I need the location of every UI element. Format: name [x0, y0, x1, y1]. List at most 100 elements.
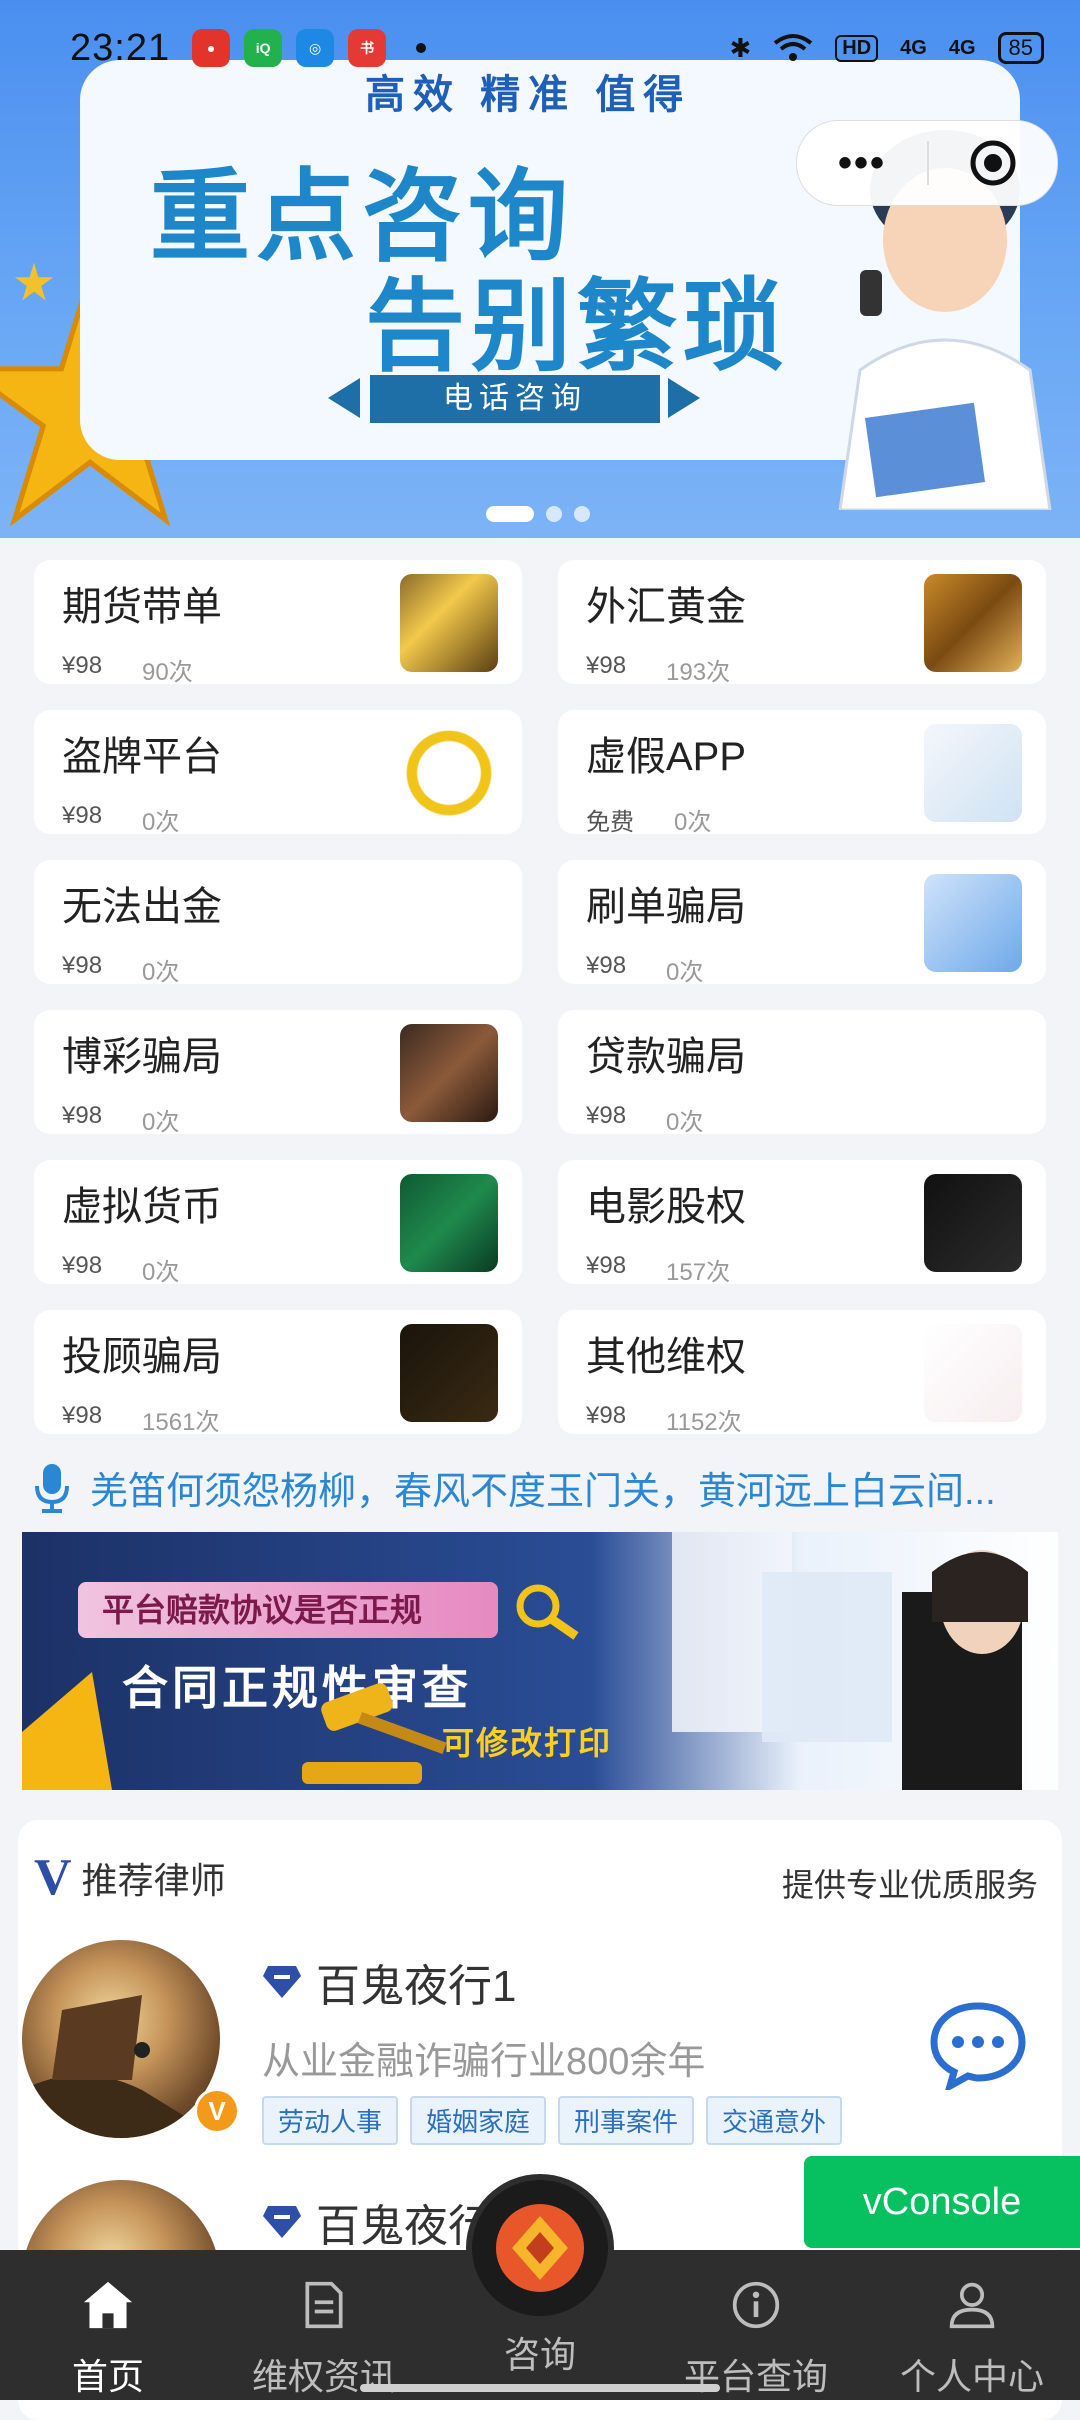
- battery-icon: 85: [997, 32, 1044, 64]
- service-count: 0次: [142, 959, 180, 986]
- home-icon: [83, 2281, 133, 2329]
- service-price: ¥98: [586, 1402, 627, 1429]
- tab-profile[interactable]: 个人中心: [864, 2250, 1080, 2400]
- service-card[interactable]: 贷款骗局 ¥98 0次: [558, 1010, 1046, 1136]
- service-count: 0次: [674, 809, 712, 836]
- service-count: 0次: [666, 1109, 704, 1136]
- tab-home[interactable]: 首页: [0, 2250, 216, 2400]
- tag-traffic[interactable]: 交通意外: [706, 2096, 843, 2145]
- browser-icon: ◎: [296, 29, 335, 67]
- phone-consult-button[interactable]: 电话咨询: [370, 375, 660, 423]
- tab-label: 平台查询: [683, 2356, 828, 2397]
- tab-news[interactable]: 维权资讯: [216, 2250, 432, 2400]
- tag-marriage[interactable]: 婚姻家庭: [410, 2096, 547, 2145]
- app-thumbnail-icon: [924, 724, 1022, 822]
- pagination-dot[interactable]: [546, 506, 562, 522]
- tag-labor[interactable]: 劳动人事: [262, 2096, 399, 2145]
- hd-icon: HD: [835, 34, 879, 62]
- lawyer-card[interactable]: V 百鬼夜行1 从业金融诈骗行业800余年 劳动人事 婚姻家庭 刑事案件 交通意…: [22, 1940, 1052, 2160]
- service-card[interactable]: 其他维权 ¥98 1152次: [558, 1310, 1046, 1436]
- service-card[interactable]: 盗牌平台 ¥98 0次: [34, 710, 522, 836]
- service-card[interactable]: 虚假APP 免费 0次: [558, 710, 1046, 836]
- service-price: ¥98: [586, 1102, 627, 1129]
- iqiyi-icon: iQ: [244, 29, 283, 67]
- magnifier-icon: [516, 1584, 579, 1640]
- banner-arrow-right-icon: [668, 378, 700, 418]
- diamond-icon: [263, 2206, 301, 2238]
- section-title: 推荐律师: [81, 1859, 226, 1901]
- home-indicator: [360, 2384, 720, 2392]
- service-card[interactable]: 刷单骗局 ¥98 0次: [558, 860, 1046, 986]
- xiaohongshu-icon: 书: [348, 29, 387, 67]
- wifi-icon: [774, 34, 813, 61]
- tab-label: 首页: [71, 2356, 144, 2397]
- service-count: 90次: [142, 659, 193, 686]
- banner-headline-2: 告别繁琐: [365, 271, 789, 383]
- contract-review-banner[interactable]: 平台赔款协议是否正规 合同正规性审查 可修改打印: [22, 1532, 1058, 1790]
- futures-thumbnail-icon: [400, 574, 498, 672]
- service-grid: 期货带单 ¥98 90次 外汇黄金 ¥98 193次 盗牌平台 ¥98 0次 虚假APP 免费 0次无…: [34, 560, 1046, 1436]
- service-price: ¥98: [586, 1252, 627, 1279]
- pagination-dot[interactable]: [574, 506, 590, 522]
- diamond-icon: [263, 1966, 301, 1998]
- consult-center-button[interactable]: [472, 2180, 608, 2316]
- service-price: ¥98: [586, 652, 627, 679]
- service-price: ¥98: [62, 1252, 103, 1279]
- user-icon: [949, 2282, 995, 2329]
- service-count: 0次: [142, 809, 180, 836]
- document-icon: [305, 2281, 343, 2329]
- small-star-icon: [14, 262, 54, 301]
- tag-criminal[interactable]: 刑事案件: [558, 2096, 695, 2145]
- trap-thumbnail-icon: [924, 874, 1022, 972]
- service-count: 0次: [666, 959, 704, 986]
- ad-pill-label: 平台赔款协议是否正规: [78, 1582, 498, 1638]
- ad-subtitle: 可修改打印: [442, 1725, 613, 1761]
- banner-pagination: [486, 506, 590, 522]
- verified-badge: V: [194, 2088, 240, 2134]
- lawyer-name-2: 百鬼夜行: [316, 2202, 492, 2251]
- pagination-dot-active[interactable]: [486, 506, 534, 522]
- service-count: 157次: [666, 1259, 731, 1286]
- service-card[interactable]: 投顾骗局 ¥98 1561次: [34, 1310, 522, 1436]
- service-card[interactable]: 电影股权 ¥98 157次: [558, 1160, 1046, 1286]
- tab-label: 咨询: [503, 2334, 576, 2375]
- service-card[interactable]: 外汇黄金 ¥98 193次: [558, 560, 1046, 686]
- film-thumbnail-icon: [924, 1174, 1022, 1272]
- service-price: 免费: [586, 809, 634, 836]
- more-notifications-icon: [416, 43, 427, 53]
- service-card[interactable]: 虚拟货币 ¥98 0次: [34, 1160, 522, 1286]
- status-bar: 23:21 ● iQ ◎ 书 ✱ HD 4G 4G 85: [0, 0, 1080, 96]
- vconsole-button[interactable]: vConsole: [804, 2156, 1080, 2248]
- signal-4g-icon-2: 4G: [948, 36, 976, 59]
- service-count: 0次: [142, 1259, 180, 1286]
- service-card[interactable]: 博彩骗局 ¥98 0次: [34, 1010, 522, 1136]
- service-count: 193次: [666, 659, 731, 686]
- signal-4g-icon: 4G: [900, 36, 927, 59]
- bluetooth-icon: ✱: [729, 32, 752, 63]
- tab-label: 维权资讯: [251, 2356, 396, 2397]
- service-count: 1152次: [666, 1409, 742, 1436]
- notice-marquee[interactable]: 羌笛何须怨杨柳，春风不度玉门关，黄河远上白云间...: [34, 1460, 996, 1515]
- service-card[interactable]: 期货带单 ¥98 90次: [34, 560, 522, 686]
- lawyer-name-row-2: 百鬼夜行: [262, 2190, 492, 2254]
- chat-bubble-icon[interactable]: [928, 2000, 1028, 2090]
- tab-platform-search[interactable]: 平台查询: [648, 2250, 864, 2400]
- status-right: ✱ HD 4G 4G 85: [729, 32, 1044, 64]
- service-card[interactable]: 无法出金 ¥98 0次: [34, 860, 522, 986]
- lawyer-name-row: 百鬼夜行1: [262, 1950, 516, 2014]
- v-badge-icon: V: [34, 1849, 72, 1906]
- service-price: ¥98: [62, 1102, 103, 1129]
- app-notification-icon: ●: [192, 29, 231, 67]
- notice-text: 羌笛何须怨杨柳，春风不度玉门关，黄河远上白云间...: [90, 1471, 996, 1513]
- close-miniprogram-button[interactable]: [929, 139, 1057, 187]
- tab-label: 个人中心: [899, 2356, 1044, 2397]
- lawyer-description: 从业金融诈骗行业800余年: [262, 2041, 706, 2083]
- lawyer-tags: 劳动人事 婚姻家庭 刑事案件 交通意外: [262, 2096, 843, 2145]
- gavel-icon: [302, 1683, 447, 1784]
- consult-logo-icon: [496, 2204, 584, 2292]
- badge-thumbnail-icon: [400, 724, 498, 822]
- avatar[interactable]: [22, 1940, 220, 2138]
- service-price: ¥98: [62, 952, 103, 979]
- status-time: 23:21: [70, 26, 171, 69]
- more-menu-button[interactable]: •••: [797, 141, 927, 186]
